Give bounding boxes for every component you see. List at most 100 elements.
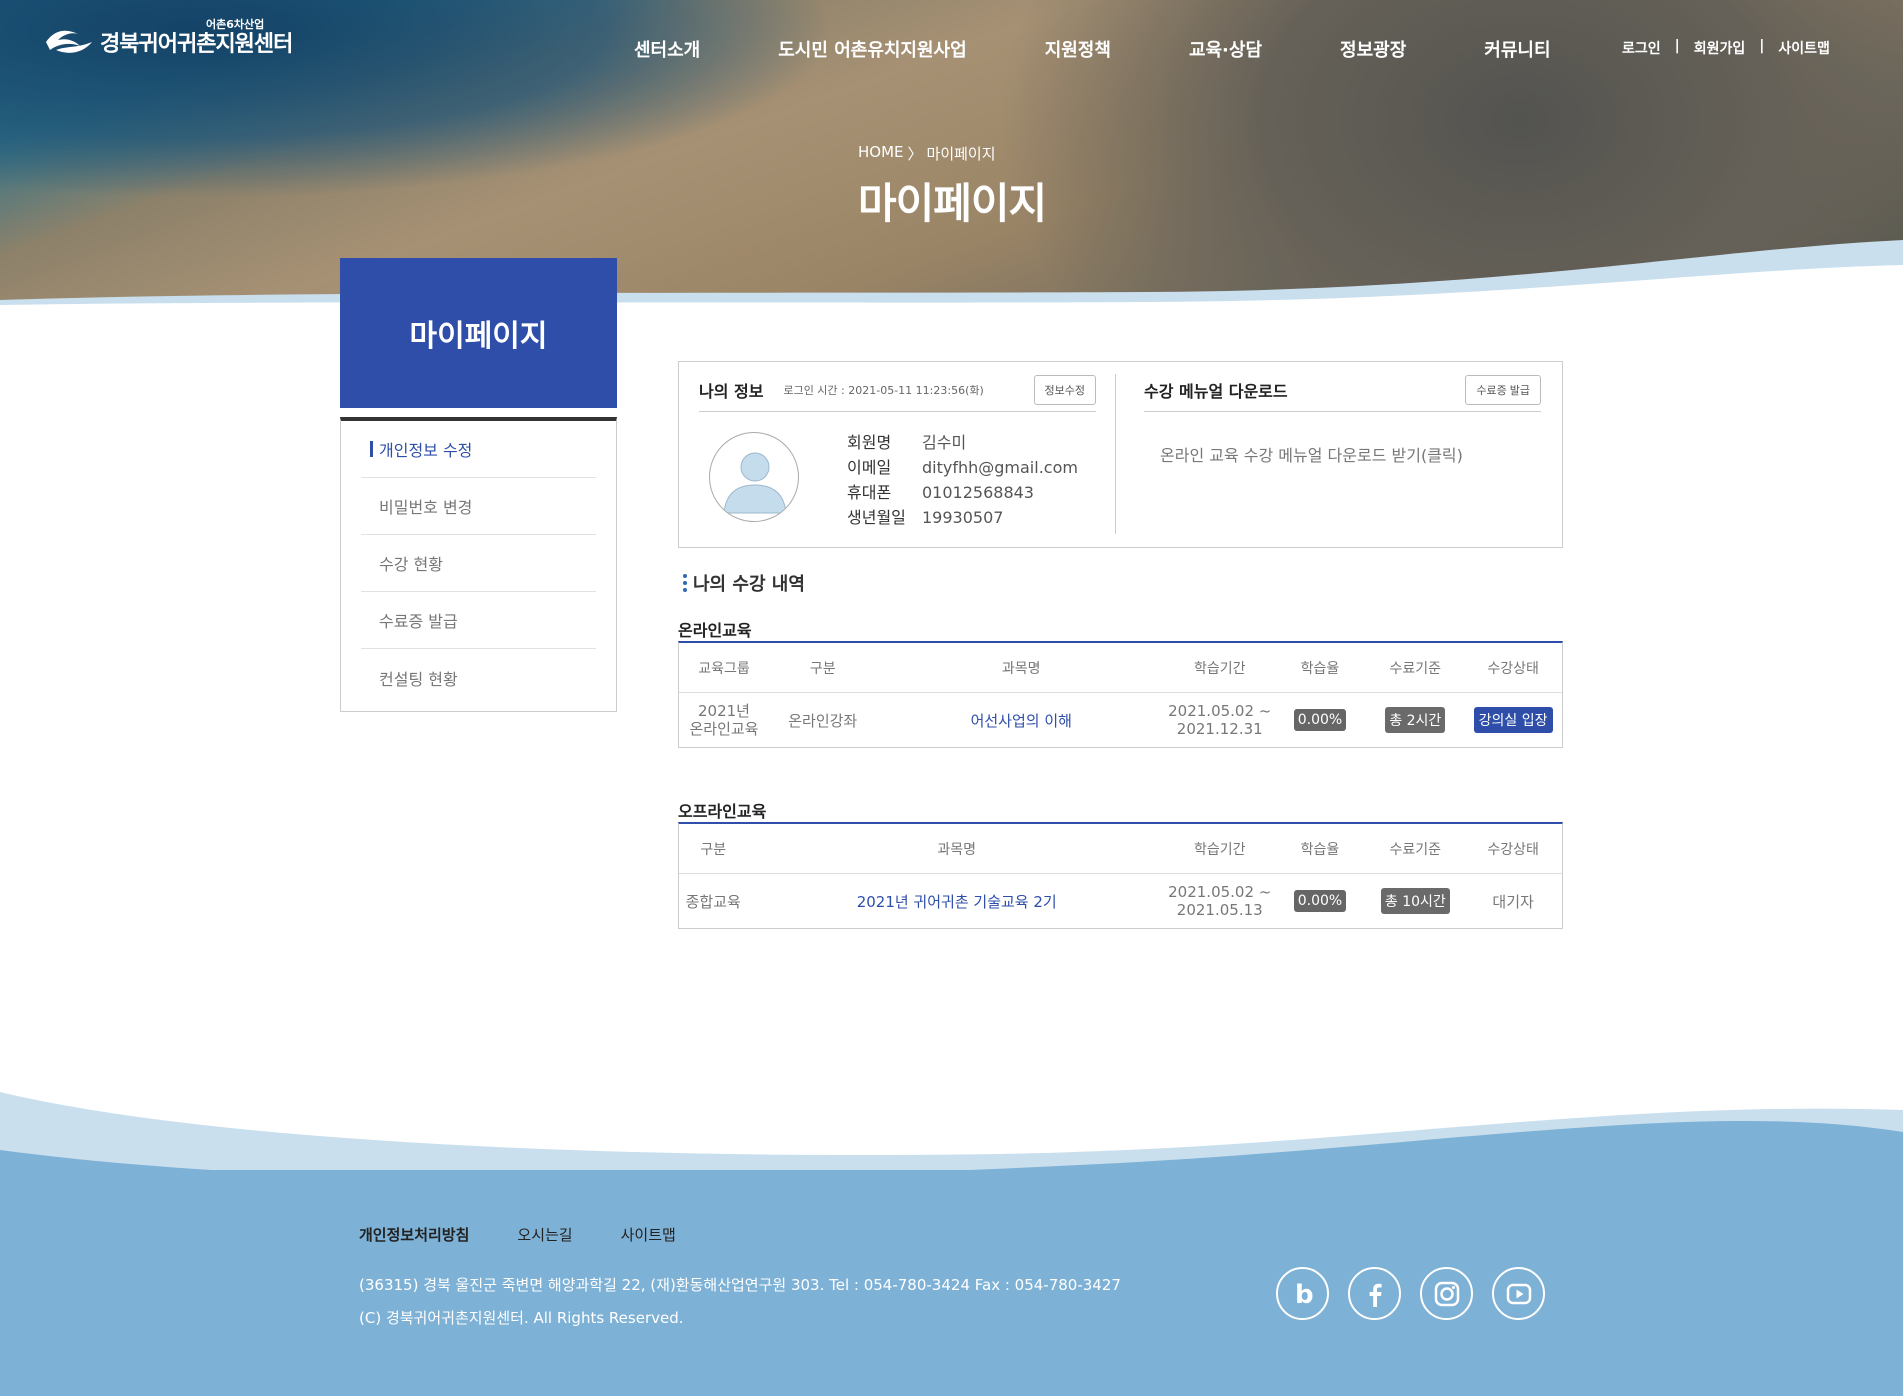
info-label: 이메일 xyxy=(847,458,892,477)
sidebar-title: 마이페이지 xyxy=(340,258,617,408)
progress-badge: 0.00% xyxy=(1293,890,1347,912)
youtube-icon[interactable] xyxy=(1492,1267,1545,1320)
site-logo[interactable]: 경북귀어귀촌지원센터 어촌6차산업 xyxy=(44,18,293,58)
chevron-right-icon: 〉 xyxy=(907,145,923,163)
footer-links: 개인정보처리방침 오시는길 사이트맵 xyxy=(359,1224,676,1245)
course-subject-link[interactable]: 2021년 귀어귀촌 기술교육 2기 xyxy=(747,891,1166,912)
course-history-label: 나의 수강 내역 xyxy=(693,574,805,595)
main-nav: 센터소개 도시민 어촌유치지원사업 지원정책 교육·상담 정보광장 커뮤니티 xyxy=(634,36,1551,62)
page-header: HOME 〉 마이페이지 마이페이지 xyxy=(858,143,1047,231)
table-header-row: 구분 과목명 학습기간 학습율 수료기준 수강상태 xyxy=(679,824,1562,874)
column-header: 학습율 xyxy=(1300,660,1340,677)
nav-support-policy[interactable]: 지원정책 xyxy=(1045,36,1111,62)
criteria-badge: 총 10시간 xyxy=(1380,888,1450,914)
sidebar-item-edit-profile[interactable]: 개인정보 수정 xyxy=(361,421,596,478)
nav-center-intro[interactable]: 센터소개 xyxy=(634,36,700,62)
sidebar-item-course-status[interactable]: 수강 현황 xyxy=(361,535,596,592)
sidebar-item-label: 수료증 발급 xyxy=(379,612,458,631)
breadcrumb-current: 마이페이지 xyxy=(926,145,996,163)
online-table-title: 온라인교육 xyxy=(678,621,752,640)
sitemap-link[interactable]: 사이트맵 xyxy=(1778,38,1830,58)
column-header: 수강상태 xyxy=(1487,841,1539,858)
rate-cell: 0.00% xyxy=(1274,890,1367,912)
type-cell: 온라인강좌 xyxy=(788,711,858,730)
group-cell: 2021년 온라인교육 xyxy=(679,702,769,738)
instagram-icon[interactable] xyxy=(1420,1267,1473,1320)
course-subject-link[interactable]: 어선사업의 이해 xyxy=(877,710,1166,731)
table-row: 2021년 온라인교육 온라인강좌 어선사업의 이해 2021.05.02 ~ … xyxy=(679,693,1562,747)
online-course-table: 교육그룹 구분 과목명 학습기간 학습율 수료기준 수강상태 2021년 온라인… xyxy=(678,641,1563,748)
certificate-button[interactable]: 수료증 발급 xyxy=(1465,374,1541,405)
svg-text:b: b xyxy=(1295,1280,1314,1309)
period-end: 2021.05.13 xyxy=(1176,901,1263,919)
info-label: 생년월일 xyxy=(847,508,906,527)
footer: 개인정보처리방침 오시는길 사이트맵 (36315) 경북 울진군 죽변면 해양… xyxy=(0,1170,1903,1396)
status-text: 대기자 xyxy=(1492,892,1534,911)
criteria-cell: 총 10시간 xyxy=(1366,888,1464,914)
breadcrumb-home[interactable]: HOME xyxy=(858,143,904,164)
blog-icon[interactable]: b xyxy=(1276,1267,1329,1320)
join-link[interactable]: 회원가입 xyxy=(1694,38,1746,58)
my-info-title: 나의 정보 xyxy=(699,381,764,401)
member-info-list: 회원명 김수미 이메일 dityfhh@gmail.com 휴대폰 010125688… xyxy=(847,430,1078,530)
period-cell: 2021.05.02 ~ 2021.12.31 xyxy=(1166,702,1274,738)
footer-copyright: (C) 경북귀어귀촌지원센터. All Rights Reserved. xyxy=(359,1309,684,1327)
manual-download-link[interactable]: 온라인 교육 수강 메뉴얼 다운로드 받기(클릭) xyxy=(1160,442,1463,466)
breadcrumb: HOME 〉 마이페이지 xyxy=(858,143,1046,164)
util-separator: | xyxy=(1759,38,1765,54)
sidebar-item-label: 비밀번호 변경 xyxy=(379,498,473,517)
sidebar-menu: 개인정보 수정 비밀번호 변경 수강 현황 수료증 발급 컨설팅 현황 xyxy=(340,417,617,712)
edit-info-button[interactable]: 정보수정 xyxy=(1033,374,1096,405)
avatar xyxy=(709,432,799,522)
sns-links: b xyxy=(1276,1267,1545,1320)
period-end: 2021.12.31 xyxy=(1176,720,1263,738)
status-cell: 강의실 입장 xyxy=(1464,707,1562,733)
nav-community[interactable]: 커뮤니티 xyxy=(1484,36,1550,62)
info-label: 회원명 xyxy=(847,433,892,452)
manual-section: 수강 메뉴얼 다운로드 수료증 발급 온라인 교육 수강 메뉴얼 다운로드 받기… xyxy=(1144,374,1541,465)
manual-header: 수강 메뉴얼 다운로드 수료증 발급 xyxy=(1144,374,1541,412)
column-header: 수료기준 xyxy=(1389,841,1442,858)
facebook-icon[interactable] xyxy=(1348,1267,1401,1320)
hero-wave xyxy=(0,240,1903,310)
sidebar-item-label: 수강 현황 xyxy=(379,555,443,574)
footer-sitemap-link[interactable]: 사이트맵 xyxy=(621,1224,676,1245)
column-header: 학습율 xyxy=(1300,841,1340,858)
course-history-title: 나의 수강 내역 xyxy=(683,570,805,596)
nav-fishing-village-program[interactable]: 도시민 어촌유치지원사업 xyxy=(778,36,966,62)
login-link[interactable]: 로그인 xyxy=(1622,38,1661,58)
progress-badge: 0.00% xyxy=(1293,709,1347,731)
info-row-email: 이메일 dityfhh@gmail.com xyxy=(847,455,1078,480)
sidebar-item-certificate[interactable]: 수료증 발급 xyxy=(361,592,596,649)
member-name: 김수미 xyxy=(922,433,967,452)
my-info-header: 나의 정보 로그인 시간 : 2021-05-11 11:23:56(화) 정보… xyxy=(699,374,1096,412)
member-phone: 01012568843 xyxy=(922,483,1034,502)
info-row-phone: 휴대폰 01012568843 xyxy=(847,480,1078,505)
page-title: 마이페이지 xyxy=(858,179,1047,228)
column-header: 학습기간 xyxy=(1193,660,1246,677)
column-header: 과목명 xyxy=(937,841,977,858)
footer-address: (36315) 경북 울진군 죽변면 해양과학길 22, (재)환동해산업연구원… xyxy=(359,1276,1121,1294)
sidebar-item-change-password[interactable]: 비밀번호 변경 xyxy=(361,478,596,535)
my-info-panel: 나의 정보 로그인 시간 : 2021-05-11 11:23:56(화) 정보… xyxy=(678,361,1563,548)
column-header: 구분 xyxy=(700,841,727,858)
utility-links: 로그인 | 회원가입 | 사이트맵 xyxy=(1622,38,1830,58)
table-header-row: 교육그룹 구분 과목명 학습기간 학습율 수료기준 수강상태 xyxy=(679,643,1562,693)
nav-education-consulting[interactable]: 교육·상담 xyxy=(1189,36,1262,62)
bullet-icon xyxy=(683,574,687,592)
info-label: 휴대폰 xyxy=(847,483,892,502)
privacy-policy-link[interactable]: 개인정보처리방침 xyxy=(359,1224,469,1245)
directions-link[interactable]: 오시는길 xyxy=(517,1224,572,1245)
nav-info-plaza[interactable]: 정보광장 xyxy=(1340,36,1406,62)
column-header: 수료기준 xyxy=(1389,660,1442,677)
column-header: 과목명 xyxy=(1001,660,1041,677)
offline-table-title: 오프라인교육 xyxy=(678,802,767,821)
login-time: 로그인 시간 : 2021-05-11 11:23:56(화) xyxy=(783,383,984,397)
user-icon xyxy=(723,452,787,514)
sidebar-item-consulting[interactable]: 컨설팅 현황 xyxy=(361,649,596,706)
divider xyxy=(1115,374,1116,534)
enter-classroom-button[interactable]: 강의실 입장 xyxy=(1473,707,1553,733)
member-email: dityfhh@gmail.com xyxy=(922,458,1078,477)
period-start: 2021.05.02 ~ xyxy=(1168,702,1272,720)
type-cell: 종합교육 xyxy=(685,892,741,911)
